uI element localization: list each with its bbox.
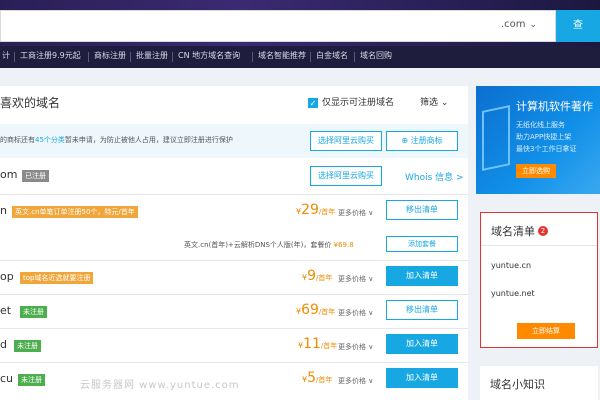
tip-text: 的商标还有45个分类暂未申请，为防止被他人占用，建议立即注册进行保护 [0,136,233,144]
domain-name: d [0,338,7,351]
domain-search-input[interactable]: .com ⌄ [0,10,556,42]
tld-value: .com [501,19,526,30]
divider [0,294,468,295]
ad-subtitle: 最快3个工作日拿证 [516,145,577,153]
promo-ad[interactable]: 计算机软件著作 无纸化线上服务 助力APP快捷上架 最快3个工作日拿证 立即选购 [476,86,600,194]
checkbox-checked-icon: ✓ [308,98,318,108]
nav-divider [310,52,311,62]
more-prices-link[interactable]: 更多价格 ∨ [338,274,373,284]
buy-aliyun-button[interactable]: 选择阿里云购买 [310,131,382,151]
status-badge: 未注册 [18,374,45,386]
device-illustration-icon [482,105,510,171]
trademark-tip: 的商标还有45个分类暂未申请，为防止被他人占用，建议立即注册进行保护 选择阿里云… [0,124,468,158]
more-prices-link[interactable]: 更多价格 ∨ [338,376,373,386]
status-badge: 未注册 [20,306,47,318]
nav-item-platinum[interactable]: 白金域名 [316,50,348,61]
nav-item-smart[interactable]: 域名智能推荐 [258,50,306,61]
price: ¥69/首年 [296,302,336,318]
register-trademark-button[interactable]: ⊕ 注册商标 [386,131,458,151]
divider [481,245,597,246]
nav-item-business[interactable]: 工商注册9.9元起 [20,50,81,61]
nav-bar: 计 工商注册9.9元起 商标注册 批量注册 CN 地方域名查询 域名智能推荐 白… [0,46,600,68]
only-available-label: 仅显示可注册域名 [322,98,395,108]
ad-subtitle: 无纸化线上服务 [516,121,565,129]
nav-divider [252,52,253,62]
tip-highlight: 45个分类 [35,136,65,144]
domain-cart: 域名清单 2 yuntue.cn yuntue.net 立即结算 [480,212,598,348]
add-package-button[interactable]: 添加套餐 [386,236,458,252]
more-prices-link[interactable]: 更多价格 ∨ [338,342,373,352]
price: ¥9/首年 [302,268,333,284]
watermark: 云服务器网 www.yuntue.com [80,380,240,391]
more-prices-link[interactable]: 更多价格 ∨ [338,208,373,218]
domain-name: cu [0,372,14,385]
domain-name: om [0,168,18,181]
cart-count-badge: 2 [538,226,548,236]
ad-title: 计算机软件著作 [516,100,593,113]
carousel-dots[interactable] [544,184,579,194]
promo-badge: 英文.cn单笔订单注册50个，特元/首年 [12,206,138,218]
nav-divider [14,52,15,62]
nav-divider [130,52,131,62]
cart-item: yuntue.cn [491,261,532,270]
price: ¥5/首年 [302,370,333,386]
register-icon: ⊕ [401,136,411,145]
nav-divider [88,52,89,62]
cart-item: yuntue.net [491,289,535,298]
price: ¥29/首年 [296,202,336,218]
domain-name: n [0,204,7,217]
nav-item-buyback[interactable]: 域名回购 [360,50,392,61]
add-to-list-button[interactable]: 加入清单 [386,266,458,286]
filter-dropdown[interactable]: 筛选 ⌄ [420,95,448,108]
ad-buy-button[interactable]: 立即选购 [516,164,556,178]
status-badge: 已注册 [22,170,49,182]
domain-name: op [0,270,14,283]
ad-subtitle: 助力APP快捷上架 [516,133,572,141]
divider [0,328,468,329]
divider [0,362,468,363]
more-prices-link[interactable]: 更多价格 ∨ [338,308,373,318]
checkout-button[interactable]: 立即结算 [517,323,575,339]
nav-item-batch[interactable]: 批量注册 [136,50,168,61]
buy-aliyun-button[interactable]: 选择阿里云购买 [310,166,382,186]
search-button[interactable]: 查 [556,10,600,42]
nav-divider [354,52,355,62]
filter-label: 筛选 [420,98,439,108]
divider [0,194,468,195]
remove-from-list-button[interactable]: 移出清单 [386,300,458,320]
add-to-list-button[interactable]: 加入清单 [386,368,458,388]
knowledge-title: 域名小知识 [490,378,545,391]
whois-link[interactable]: Whois 信息 > [405,170,464,183]
nav-divider [172,52,173,62]
tld-select[interactable]: .com ⌄ [501,19,537,30]
chevron-down-icon: ⌄ [440,98,449,108]
price: ¥11/首年 [298,336,338,352]
page-title: 喜欢的域名 [0,96,61,110]
chevron-down-icon: ⌄ [529,20,538,30]
cart-title: 域名清单 2 [491,223,548,239]
domain-knowledge-panel: 域名小知识 [480,366,598,400]
nav-item-0[interactable]: 计 [2,50,10,61]
status-badge: 未注册 [14,340,41,352]
domain-name: et [0,304,12,317]
add-to-list-button[interactable]: 加入清单 [386,334,458,354]
divider [0,260,468,261]
nav-item-cn-local[interactable]: CN 地方域名查询 [178,50,240,61]
remove-from-list-button[interactable]: 移出清单 [386,200,458,220]
combo-text: 英文.cn(首年)+云解析DNS个人版(年)，套餐价 ¥69.8 [184,241,354,249]
results-panel: 喜欢的域名 ✓ 仅显示可注册域名 筛选 ⌄ 的商标还有45个分类暂未申请，为防止被… [0,86,468,400]
promo-badge: top域名近选就要注册 [20,272,94,284]
nav-item-trademark[interactable]: 商标注册 [94,50,126,61]
only-available-checkbox[interactable]: ✓ 仅显示可注册域名 [308,95,394,108]
